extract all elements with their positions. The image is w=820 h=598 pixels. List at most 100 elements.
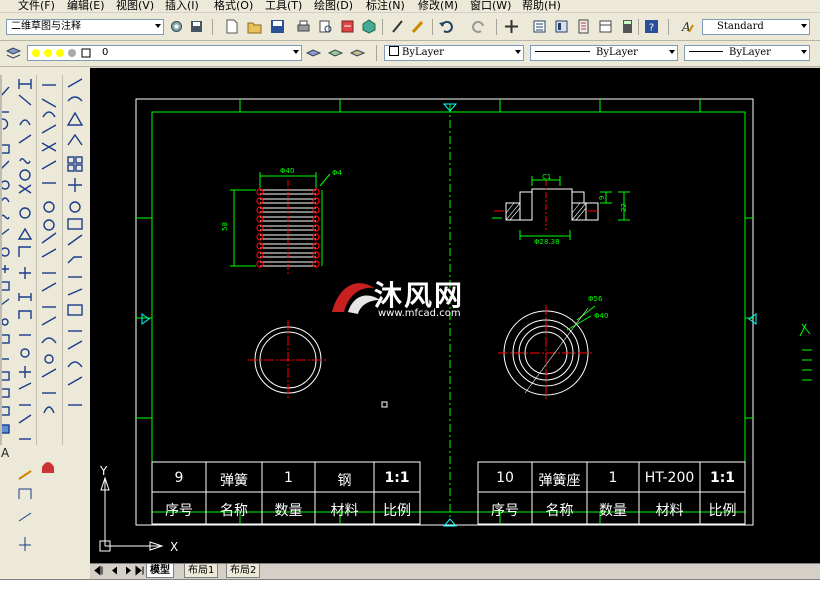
lineweight-combo[interactable]: ByLayer — [684, 45, 810, 61]
properties-icon[interactable] — [532, 19, 547, 34]
workspace-combo[interactable]: 二维草图与注释 — [6, 19, 164, 35]
watermark-url: www.mfcad.com — [378, 308, 461, 319]
publish-icon[interactable] — [340, 19, 355, 34]
make-layer-current-icon[interactable] — [306, 46, 321, 61]
title-right-name: 弹簧座 — [538, 473, 581, 489]
workspace-save-icon[interactable] — [189, 19, 204, 34]
save-icon[interactable] — [270, 19, 285, 34]
header-left-qty: 数量 — [274, 503, 303, 519]
separator — [212, 19, 213, 35]
menu-view[interactable]: 视图(V) — [116, 0, 154, 12]
menu-edit[interactable]: 编辑(E) — [67, 0, 105, 12]
menu-format[interactable]: 格式(O) — [214, 0, 253, 12]
svg-text:A: A — [1, 446, 10, 460]
new-file-icon[interactable] — [224, 19, 239, 34]
svg-text:?: ? — [649, 23, 654, 34]
separator — [382, 19, 383, 35]
separator — [376, 45, 377, 61]
title-right-no: 10 — [496, 470, 514, 486]
pan-icon[interactable] — [504, 19, 519, 34]
title-left-scale: 1:1 — [384, 470, 410, 486]
title-left-name: 弹簧 — [220, 473, 248, 489]
drawing-canvas[interactable]: Φ40 Φ4 58 C1 9 22 Φ28.38 Φ56 Φ40 沐风网 www… — [90, 68, 820, 563]
spring-end-view — [248, 320, 328, 400]
color-combo[interactable]: ByLayer — [384, 45, 524, 61]
ucs-x-label: X — [170, 540, 179, 554]
3d-dwf-icon[interactable] — [362, 19, 377, 34]
dim-chamfer: C1 — [542, 173, 551, 181]
print-icon[interactable] — [296, 19, 311, 34]
menu-tools[interactable]: 工具(T) — [265, 0, 302, 12]
separator — [668, 19, 669, 35]
watermark: 沐风网 www.mfcad.com — [330, 274, 500, 324]
layer-state-icons — [32, 48, 91, 58]
layer-states-icon[interactable] — [350, 46, 365, 61]
header-left-material: 材料 — [330, 503, 359, 519]
layout-tab-bar: 模型 布局1 布局2 — [90, 563, 820, 578]
redo-icon[interactable] — [472, 19, 487, 34]
dim-outer-diameter: Φ56 — [588, 295, 603, 303]
command-line[interactable] — [0, 579, 820, 598]
header-right-name: 名称 — [545, 503, 574, 519]
dim-length: 58 — [221, 222, 229, 231]
separator — [496, 19, 497, 35]
header-left-scale: 比例 — [383, 503, 411, 519]
undo-icon[interactable] — [438, 19, 453, 34]
menu-dimension[interactable]: 标注(N) — [366, 0, 405, 12]
header-right-scale: 比例 — [708, 503, 737, 519]
left-toolbars: A — [0, 67, 90, 579]
calculator-icon[interactable] — [620, 19, 635, 34]
linetype-combo[interactable]: ByLayer — [530, 45, 678, 61]
pickbox — [381, 401, 388, 408]
menu-file[interactable]: 文件(F) — [18, 0, 55, 12]
sheet-set-icon[interactable] — [598, 19, 613, 34]
tab-nav-arrows-icon[interactable] — [92, 564, 144, 577]
tab-layout1[interactable]: 布局1 — [184, 564, 219, 578]
dim-inner-diameter: Φ40 — [594, 312, 608, 320]
plot-preview-icon[interactable] — [318, 19, 333, 34]
menu-insert[interactable]: 插入(I) — [165, 0, 199, 12]
draw-modify-toolbar-icons[interactable]: A — [0, 67, 90, 579]
title-left-qty: 1 — [284, 470, 293, 486]
header-right-material: 材料 — [655, 503, 684, 519]
linetype-preview — [535, 51, 590, 52]
spring-seat-top-view: Φ56 Φ40 — [498, 295, 608, 401]
menu-window[interactable]: 窗口(W) — [470, 0, 511, 12]
color-swatch — [389, 46, 399, 56]
dim-height-2: 22 — [620, 203, 628, 212]
ucs-y-label: Y — [100, 464, 108, 478]
title-right-scale: 1:1 — [709, 470, 736, 486]
center-mark-left — [141, 313, 150, 325]
title-right-qty: 1 — [608, 470, 618, 486]
cut-icon[interactable] — [390, 19, 405, 34]
help-icon[interactable]: ? — [644, 19, 659, 34]
design-center-icon[interactable] — [554, 19, 569, 34]
menu-bar: 文件(F) 编辑(E) 视图(V) 插入(I) 格式(O) 工具(T) 绘图(D… — [0, 0, 820, 12]
standard-toolbar: 二维草图与注释 ? A Standard — [0, 13, 820, 41]
tab-layout2[interactable]: 布局2 — [226, 564, 261, 578]
menu-help[interactable]: 帮助(H) — [522, 0, 561, 12]
separator — [638, 19, 639, 35]
dim-height-1: 9 — [598, 196, 606, 200]
header-right-no: 序号 — [491, 503, 519, 519]
tool-palettes-icon[interactable] — [576, 19, 591, 34]
tab-model[interactable]: 模型 — [146, 564, 174, 578]
match-properties-icon[interactable] — [410, 19, 425, 34]
open-file-icon[interactable] — [247, 19, 262, 34]
title-right-material: HT-200 — [644, 470, 695, 486]
layer-combo[interactable]: 0 — [27, 45, 302, 61]
separator — [432, 19, 433, 35]
spring-drawing: Φ40 Φ4 58 — [221, 167, 343, 276]
layer-manager-icon[interactable] — [6, 46, 21, 61]
lineweight-preview — [689, 51, 723, 52]
title-left-no: 9 — [174, 470, 184, 486]
header-right-qty: 数量 — [599, 503, 627, 519]
layer-previous-icon[interactable] — [328, 46, 343, 61]
dim-bottom-diameter: Φ28.38 — [534, 238, 560, 246]
menu-modify[interactable]: 修改(M) — [418, 0, 458, 12]
menu-draw[interactable]: 绘图(D) — [314, 0, 353, 12]
header-left-name: 名称 — [220, 503, 248, 519]
text-style-combo[interactable]: Standard — [702, 19, 810, 35]
text-style-icon[interactable]: A — [680, 19, 695, 34]
workspace-settings-icon[interactable] — [169, 19, 184, 34]
